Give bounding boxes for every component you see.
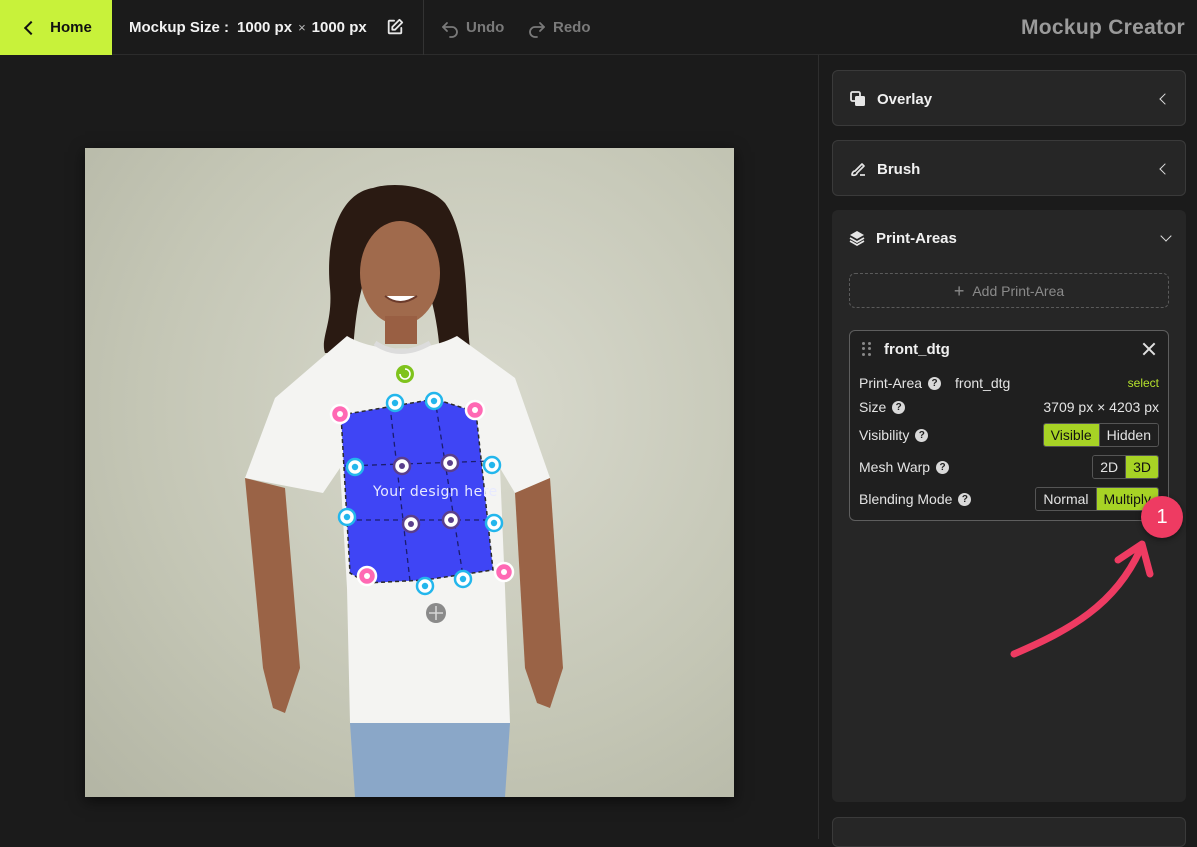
print-areas-label: Print-Areas: [876, 229, 957, 247]
redo-button[interactable]: Redo: [527, 0, 591, 55]
chevron-left-icon: [1159, 93, 1171, 105]
redo-icon: [529, 21, 545, 38]
times-sign: ×: [298, 20, 306, 35]
rotate-handle[interactable]: [396, 365, 414, 383]
mockup-width: 1000 px: [237, 19, 293, 36]
help-icon[interactable]: ?: [936, 460, 950, 474]
chevron-left-icon: [24, 20, 39, 35]
visibility-visible-option[interactable]: Visible: [1043, 424, 1099, 446]
mockup-canvas[interactable]: Your design here: [85, 148, 734, 797]
undo-icon: [442, 21, 458, 38]
print-area-card: front_dtg Print-Area ? front_dtg select …: [849, 330, 1169, 521]
add-print-area-button[interactable]: + Add Print-Area: [849, 273, 1169, 308]
brush-label: Brush: [877, 160, 921, 178]
home-label: Home: [50, 19, 92, 36]
mockup-photo: [245, 184, 563, 797]
mockup-size-display: Mockup Size : 1000 px × 1000 px: [129, 0, 367, 55]
blending-normal-option[interactable]: Normal: [1036, 488, 1096, 510]
visibility-row: Visibility ? Visible Hidden: [859, 423, 1159, 447]
face-shape: [360, 221, 440, 325]
mesh-warp-toggle: 2D 3D: [1092, 455, 1159, 479]
help-icon[interactable]: ?: [915, 428, 929, 442]
brush-icon: [851, 163, 865, 177]
help-icon[interactable]: ?: [892, 400, 906, 414]
overlay-label: Overlay: [877, 90, 933, 108]
layers-icon: [849, 231, 865, 246]
size-value: 3709 px × 4203 px: [1043, 399, 1159, 415]
right-arm-shape: [515, 478, 563, 708]
print-area-value: front_dtg: [955, 375, 1011, 391]
blending-mode-toggle: Normal Multiply: [1035, 487, 1159, 511]
help-icon[interactable]: ?: [958, 492, 972, 506]
design-placeholder-text: Your design here: [373, 484, 498, 500]
print-area-card-header: front_dtg: [850, 331, 1168, 367]
neck-shape: [385, 316, 417, 344]
visibility-toggle: Visible Hidden: [1042, 423, 1159, 447]
annotation-arrow: [1010, 540, 1154, 658]
mesh-warp-2d-option[interactable]: 2D: [1093, 456, 1126, 478]
brush-panel-header[interactable]: Brush: [833, 141, 1185, 197]
redo-label: Redo: [553, 19, 591, 36]
visibility-hidden-option[interactable]: Hidden: [1098, 424, 1158, 446]
help-icon[interactable]: ?: [928, 376, 942, 390]
blending-mode-row: Blending Mode ? Normal Multiply: [859, 487, 1159, 511]
print-areas-panel-header[interactable]: Print-Areas: [832, 210, 1186, 266]
add-print-area-label: Add Print-Area: [972, 282, 1065, 299]
top-bar: Home Mockup Size : 1000 px × 1000 px Und…: [0, 0, 1197, 55]
print-area-row: Print-Area ? front_dtg select: [859, 371, 1159, 395]
edit-icon[interactable]: [386, 18, 404, 36]
home-button[interactable]: Home: [0, 0, 112, 55]
undo-button[interactable]: Undo: [440, 0, 504, 55]
select-link[interactable]: select: [1128, 376, 1159, 390]
mesh-warp-row: Mesh Warp ? 2D 3D: [859, 455, 1159, 479]
left-arm-shape: [245, 478, 300, 713]
mockup-height: 1000 px: [311, 19, 367, 36]
mesh-warp-label: Mesh Warp: [859, 459, 931, 475]
chevron-down-icon: [1160, 230, 1172, 242]
size-label: Size: [859, 399, 887, 415]
sidebar-divider: [818, 55, 819, 839]
brush-panel[interactable]: Brush: [832, 140, 1186, 196]
close-icon[interactable]: [1140, 340, 1158, 358]
toolbar-divider: [423, 0, 424, 55]
overlay-icon: [850, 91, 865, 106]
app-title: Mockup Creator: [1020, 15, 1185, 39]
overlay-panel[interactable]: Overlay: [832, 70, 1186, 126]
visibility-label: Visibility: [859, 427, 910, 443]
blending-mode-label: Blending Mode: [859, 491, 953, 507]
annotation-badge: 1: [1141, 496, 1183, 538]
mockup-size-label: Mockup Size :: [129, 19, 230, 36]
jeans-shape: [350, 723, 510, 797]
print-area-card-title: front_dtg: [884, 340, 950, 358]
size-row: Size ? 3709 px × 4203 px: [859, 395, 1159, 419]
chevron-left-icon: [1159, 163, 1171, 175]
overlay-panel-header[interactable]: Overlay: [833, 71, 1185, 127]
next-panel[interactable]: [832, 817, 1186, 847]
undo-label: Undo: [466, 19, 505, 36]
print-area-label: Print-Area: [859, 375, 923, 391]
plus-icon: +: [953, 280, 965, 301]
drag-handle-icon[interactable]: [862, 342, 872, 356]
mesh-warp-3d-option[interactable]: 3D: [1125, 456, 1158, 478]
